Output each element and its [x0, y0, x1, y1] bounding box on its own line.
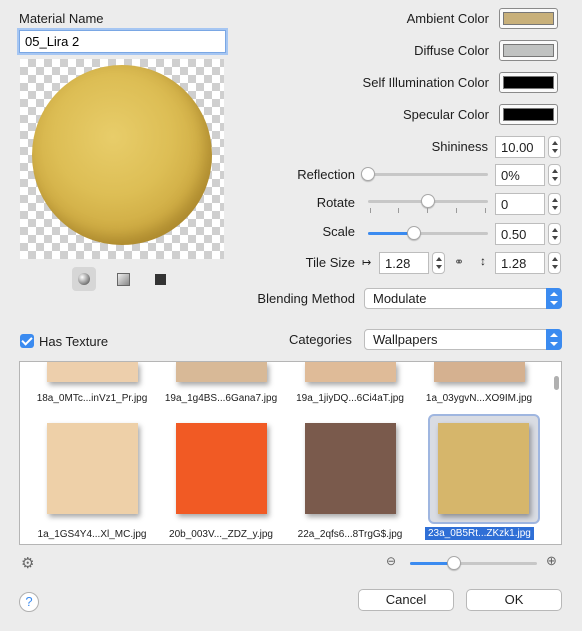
tile-width-stepper[interactable]	[432, 252, 445, 274]
specular-color-label: Specular Color	[403, 107, 489, 122]
shininess-stepper[interactable]	[548, 136, 561, 158]
cube-shape-button[interactable]	[110, 267, 134, 291]
ambient-color-fill	[503, 12, 554, 25]
ambient-color-well[interactable]	[499, 8, 558, 29]
texture-caption-2[interactable]: 19a_1g4BS...6Gana7.jpg	[161, 393, 281, 404]
self-illumination-color-label: Self Illumination Color	[362, 75, 489, 90]
texture-thumb-1[interactable]	[47, 362, 138, 382]
texture-caption-7[interactable]: 22a_2qfs6...8TrgG$.jpg	[290, 529, 410, 540]
has-texture-label: Has Texture	[39, 334, 109, 349]
tile-width-field[interactable]: 1.28	[379, 252, 429, 274]
reflection-field[interactable]: 0%	[495, 164, 545, 186]
texture-caption-8[interactable]: 23a_0B5Rt...ZKzk1.jpg	[425, 527, 534, 540]
blending-method-label: Blending Method	[257, 291, 355, 306]
texture-caption-1[interactable]: 18a_0MTc...inVz1_Pr.jpg	[32, 393, 152, 404]
chevron-down-icon	[546, 329, 562, 350]
scale-slider-knob[interactable]	[406, 226, 421, 240]
blending-method-select[interactable]: Modulate	[364, 288, 562, 309]
material-name-input[interactable]	[19, 30, 226, 53]
reflection-stepper[interactable]	[548, 164, 561, 186]
preview-sphere	[32, 65, 212, 245]
rotate-tick	[370, 208, 371, 213]
tile-size-label: Tile Size	[305, 255, 355, 270]
diffuse-color-label: Diffuse Color	[414, 43, 489, 58]
self-illumination-color-well[interactable]	[499, 72, 558, 93]
rotate-tick	[456, 208, 457, 213]
rotate-tick	[398, 208, 399, 213]
zoom-in-icon[interactable]: ⊕	[546, 553, 557, 569]
rotate-slider-knob[interactable]	[421, 194, 435, 208]
diffuse-color-well[interactable]	[499, 40, 558, 61]
texture-thumb-2[interactable]	[176, 362, 267, 382]
chevron-updown-icon	[546, 288, 562, 309]
scale-field[interactable]: 0.50	[495, 223, 545, 245]
texture-caption-6[interactable]: 20b_003V..._ZDZ_y.jpg	[161, 529, 281, 540]
specular-color-well[interactable]	[499, 104, 558, 125]
texture-thumb-5[interactable]	[47, 423, 138, 514]
link-icon[interactable]: ⚭	[454, 255, 464, 269]
categories-label: Categories	[289, 332, 352, 347]
shininess-field[interactable]: 10.00	[495, 136, 545, 158]
zoom-slider-track[interactable]	[410, 556, 537, 570]
texture-thumb-7[interactable]	[305, 423, 396, 514]
ambient-color-label: Ambient Color	[406, 11, 489, 26]
browser-scrollbar[interactable]	[554, 376, 559, 390]
zoom-out-icon[interactable]: ⊖	[386, 554, 396, 568]
rotate-label: Rotate	[316, 195, 355, 210]
categories-select[interactable]: Wallpapers	[364, 329, 562, 350]
self-illumination-color-fill	[503, 76, 554, 89]
cancel-button[interactable]: Cancel	[358, 589, 454, 611]
texture-browser[interactable]: 18a_0MTc...inVz1_Pr.jpg 19a_1g4BS...6Gan…	[19, 361, 562, 545]
tile-height-icon: ↕	[480, 254, 486, 268]
texture-thumb-6[interactable]	[176, 423, 267, 514]
material-preview	[20, 59, 224, 259]
rotate-tick	[427, 208, 428, 213]
texture-caption-4[interactable]: 1a_03ygvN...XO9IM.jpg	[419, 393, 539, 404]
plane-shape-button[interactable]	[148, 267, 172, 291]
blending-method-value: Modulate	[373, 291, 427, 306]
diffuse-color-fill	[503, 44, 554, 57]
texture-caption-5[interactable]: 1a_1GS4Y4...Xl_MC.jpg	[32, 529, 152, 540]
reflection-label: Reflection	[297, 167, 355, 182]
zoom-slider-knob[interactable]	[447, 556, 462, 570]
reflection-slider-track[interactable]	[361, 167, 488, 181]
rotate-stepper[interactable]	[548, 193, 561, 215]
scale-slider-track[interactable]	[368, 226, 488, 240]
texture-thumb-3[interactable]	[305, 362, 396, 382]
texture-thumb-8[interactable]	[438, 423, 529, 514]
texture-thumb-4[interactable]	[434, 362, 525, 382]
tile-height-field[interactable]: 1.28	[495, 252, 545, 274]
rotate-tick	[485, 208, 486, 213]
ok-button[interactable]: OK	[466, 589, 562, 611]
scale-stepper[interactable]	[548, 223, 561, 245]
categories-value: Wallpapers	[373, 332, 438, 347]
help-button[interactable]: ?	[19, 592, 39, 612]
rotate-field[interactable]: 0	[495, 193, 545, 215]
reflection-slider-knob[interactable]	[361, 167, 375, 181]
sphere-shape-button[interactable]	[72, 267, 96, 291]
has-texture-checkbox[interactable]	[20, 334, 34, 348]
shininess-label: Shininess	[431, 139, 488, 154]
texture-caption-3[interactable]: 19a_1jiyDQ...6Ci4aT.jpg	[290, 393, 410, 404]
tile-height-stepper[interactable]	[548, 252, 561, 274]
scale-label: Scale	[322, 224, 355, 239]
rotate-slider-track[interactable]	[368, 194, 488, 208]
material-name-label: Material Name	[19, 11, 104, 26]
specular-color-fill	[503, 108, 554, 121]
gear-icon[interactable]: ⚙	[21, 554, 34, 572]
tile-width-icon: ↦	[362, 257, 372, 269]
